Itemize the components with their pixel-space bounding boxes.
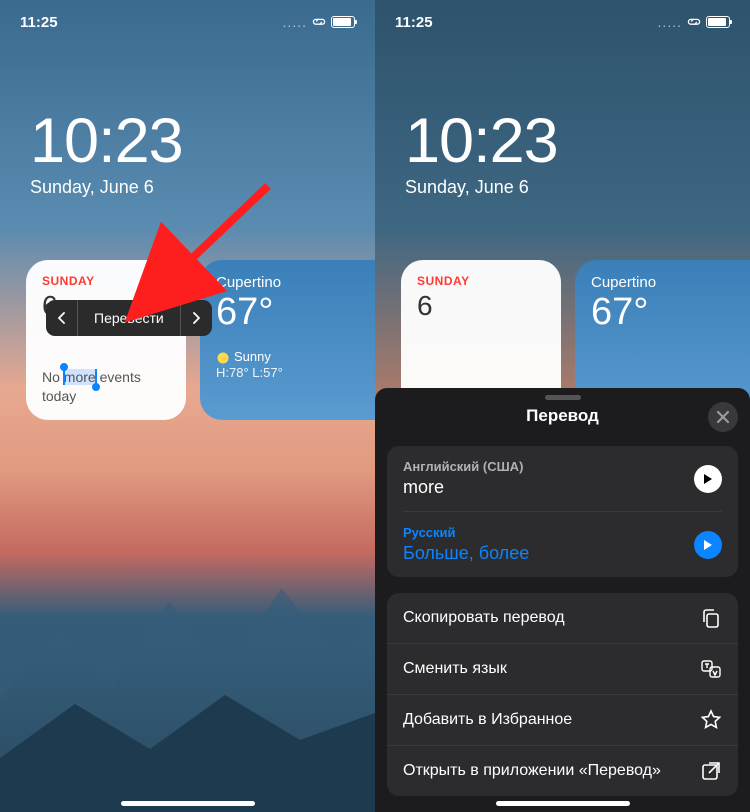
calendar-day: 6 xyxy=(417,290,545,322)
weather-city: Cupertino xyxy=(216,274,375,291)
phone-right: 11:25 ..... 10:23 Sunday, June 6 SUNDAY … xyxy=(375,0,750,812)
source-block: Английский (США) more xyxy=(403,446,722,511)
open-in-app-button[interactable]: Открыть в приложении «Перевод» xyxy=(387,745,738,796)
lock-date: Sunday, June 6 xyxy=(30,177,183,198)
translate-icon xyxy=(700,658,722,680)
copy-icon xyxy=(700,607,722,629)
status-time: 11:25 xyxy=(395,14,433,31)
calendar-weekday: SUNDAY xyxy=(42,274,170,288)
weather-hilo: H:78° L:57° xyxy=(216,365,375,380)
context-menu: Перевести xyxy=(46,300,212,336)
menu-prev-button[interactable] xyxy=(46,300,78,336)
weather-condition: Sunny xyxy=(216,349,375,365)
screenshot-pair: 11:25 ..... 10:23 Sunday, June 6 SUNDAY … xyxy=(0,0,750,812)
lock-clock: 10:23 Sunday, June 6 xyxy=(405,110,558,198)
calendar-events: No more events today xyxy=(42,368,170,406)
target-language: Русский xyxy=(403,525,529,540)
play-target-button[interactable] xyxy=(694,531,722,559)
lock-clock: 10:23 Sunday, June 6 xyxy=(30,110,183,198)
copy-translation-button[interactable]: Скопировать перевод xyxy=(387,593,738,643)
star-icon xyxy=(700,709,722,731)
phone-left: 11:25 ..... 10:23 Sunday, June 6 SUNDAY … xyxy=(0,0,375,812)
action-list: Скопировать перевод Сменить язык Добавит… xyxy=(387,593,738,796)
calendar-widget[interactable]: SUNDAY 6 No more events today xyxy=(26,260,186,420)
source-language: Английский (США) xyxy=(403,459,523,474)
switch-language-button[interactable]: Сменить язык xyxy=(387,643,738,694)
close-button[interactable] xyxy=(708,402,738,432)
translation-card: Английский (США) more Русский Больше, бо… xyxy=(387,446,738,577)
status-bar: 11:25 ..... xyxy=(375,0,750,44)
battery-icon xyxy=(331,16,355,28)
menu-next-button[interactable] xyxy=(180,300,212,336)
weather-city: Cupertino xyxy=(591,274,750,291)
lock-time: 10:23 xyxy=(30,110,183,173)
home-indicator[interactable] xyxy=(121,801,255,806)
external-icon xyxy=(700,760,722,782)
home-indicator[interactable] xyxy=(496,801,630,806)
lock-date: Sunday, June 6 xyxy=(405,177,558,198)
status-bar: 11:25 ..... xyxy=(0,0,375,44)
link-icon xyxy=(311,16,327,28)
target-block: Русский Больше, более xyxy=(403,511,722,577)
sheet-title: Перевод xyxy=(375,406,750,426)
target-text: Больше, более xyxy=(403,543,529,564)
sun-icon xyxy=(216,351,230,365)
add-favorite-button[interactable]: Добавить в Избранное xyxy=(387,694,738,745)
widgets-row: SUNDAY 6 No more events today Cupertino … xyxy=(26,260,375,420)
play-source-button[interactable] xyxy=(694,465,722,493)
signal-dots-icon: ..... xyxy=(658,14,682,30)
calendar-weekday: SUNDAY xyxy=(417,274,545,288)
weather-widget[interactable]: Cupertino 67° Sunny H:78° L:57° xyxy=(200,260,375,420)
lock-time: 10:23 xyxy=(405,110,558,173)
source-text: more xyxy=(403,477,523,498)
translate-menu-item[interactable]: Перевести xyxy=(78,300,180,336)
link-icon xyxy=(686,16,702,28)
selected-text[interactable]: more xyxy=(64,369,96,385)
signal-dots-icon: ..... xyxy=(283,14,307,30)
weather-temp: 67° xyxy=(216,293,375,331)
translation-sheet: Перевод Английский (США) more xyxy=(375,388,750,812)
weather-temp: 67° xyxy=(591,293,750,331)
status-time: 11:25 xyxy=(20,14,58,31)
battery-icon xyxy=(706,16,730,28)
